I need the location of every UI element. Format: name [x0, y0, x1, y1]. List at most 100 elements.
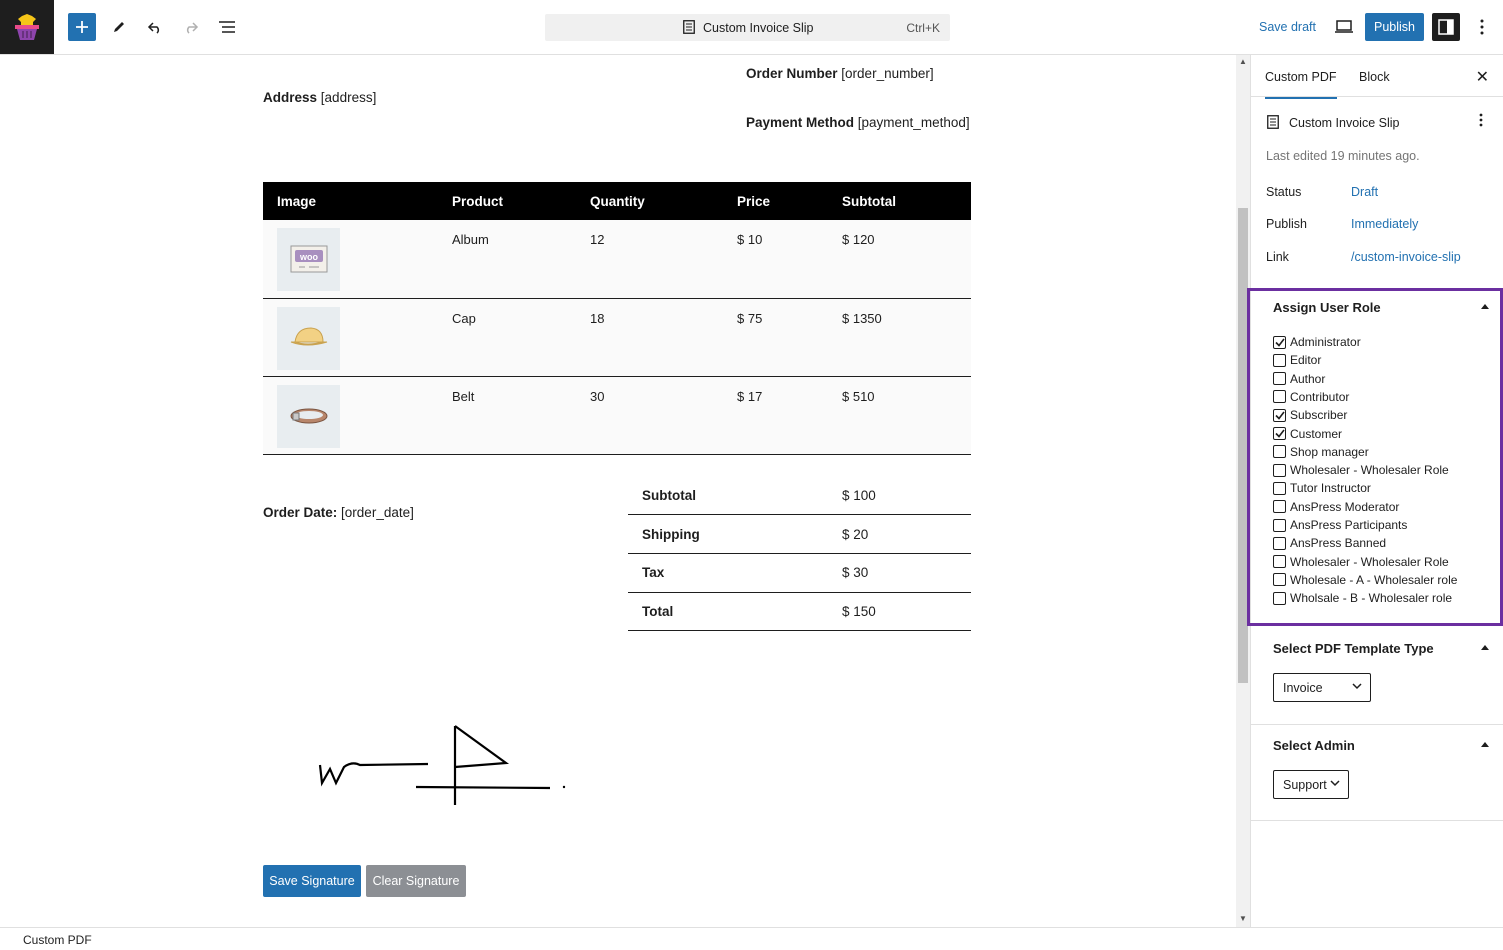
table-row: Cap 18 $ 75 $ 1350: [263, 298, 971, 377]
role-checkbox-item[interactable]: Contributor: [1273, 389, 1349, 405]
scroll-up-icon[interactable]: ▲: [1239, 57, 1247, 66]
template-type-select[interactable]: Invoice: [1273, 673, 1371, 702]
item-price: $ 10: [723, 220, 828, 299]
belt-icon: [277, 384, 340, 448]
checkbox-icon[interactable]: [1273, 536, 1286, 550]
undo-icon: [147, 22, 160, 34]
permalink-link[interactable]: /custom-invoice-slip: [1351, 250, 1461, 264]
order-items-table[interactable]: Image Product Quantity Price Subtotal wo…: [263, 182, 971, 455]
assign-role-title[interactable]: Assign User Role: [1273, 300, 1381, 315]
role-checkbox-item[interactable]: AnsPress Participants: [1273, 517, 1407, 533]
role-checkbox-item[interactable]: Administrator: [1273, 334, 1361, 350]
tools-pencil-button[interactable]: [105, 13, 133, 41]
totals-value: $ 20: [828, 514, 971, 554]
role-checkbox-item[interactable]: Subscriber: [1273, 407, 1347, 423]
checkbox-checked-icon[interactable]: [1273, 335, 1286, 349]
role-checkbox-item[interactable]: AnsPress Banned: [1273, 535, 1386, 551]
settings-sidebar: Custom PDF Block ✕ Custom Invoice Slip L…: [1247, 55, 1503, 927]
order-number-field[interactable]: Order Number [order_number]: [746, 66, 934, 81]
role-checkbox-item[interactable]: AnsPress Moderator: [1273, 499, 1399, 515]
publish-button[interactable]: Publish: [1365, 13, 1424, 41]
item-product: Cap: [438, 298, 576, 377]
redo-button[interactable]: [177, 13, 205, 41]
header-subtotal: Subtotal: [828, 182, 971, 220]
totals-table[interactable]: Subtotal $ 100 Shipping $ 20 Tax $ 30 To…: [628, 476, 971, 632]
command-palette-bar[interactable]: Custom Invoice Slip Ctrl+K: [545, 14, 950, 41]
editor-footer: Custom PDF: [0, 927, 1503, 950]
chevron-up-icon[interactable]: [1481, 304, 1489, 309]
add-block-button[interactable]: [68, 13, 96, 41]
checkbox-icon[interactable]: [1273, 372, 1286, 386]
role-checkbox-item[interactable]: Shop manager: [1273, 444, 1369, 460]
item-subtotal: $ 1350: [828, 298, 971, 377]
checkbox-checked-icon[interactable]: [1273, 427, 1286, 440]
publish-date-link[interactable]: Immediately: [1351, 217, 1418, 231]
header-price: Price: [723, 182, 828, 220]
checkbox-checked-icon[interactable]: [1273, 408, 1286, 422]
checkbox-icon[interactable]: [1273, 555, 1286, 569]
role-label: Wholesale - A - Wholesaler role: [1290, 572, 1458, 587]
role-checkbox-item[interactable]: Tutor Instructor: [1273, 480, 1371, 496]
item-quantity: 30: [576, 376, 723, 455]
totals-row: Tax $ 30: [628, 553, 971, 593]
document-actions-button[interactable]: [1479, 113, 1483, 130]
item-price: $ 17: [723, 376, 828, 455]
role-checkbox-item[interactable]: Wholesaler - Wholesaler Role: [1273, 462, 1449, 478]
totals-label: Shipping: [628, 514, 828, 554]
checkbox-icon[interactable]: [1273, 500, 1286, 514]
item-price: $ 75: [723, 298, 828, 377]
scroll-down-icon[interactable]: ▼: [1239, 914, 1247, 923]
signature-pad[interactable]: [300, 715, 580, 815]
table-row: Belt 30 $ 17 $ 510: [263, 376, 971, 455]
breadcrumb[interactable]: Custom PDF: [23, 933, 92, 947]
chevron-up-icon[interactable]: [1481, 742, 1489, 747]
role-checkbox-item[interactable]: Wholesaler - Wholesaler Role: [1273, 554, 1449, 570]
address-field[interactable]: Address [address]: [263, 90, 376, 105]
tab-block[interactable]: Block: [1359, 70, 1390, 84]
close-icon[interactable]: ✕: [1476, 67, 1489, 87]
checkbox-icon[interactable]: [1273, 463, 1286, 477]
editor-canvas[interactable]: Order Number [order_number] Address [add…: [0, 55, 1236, 927]
order-date-field[interactable]: Order Date: [order_date]: [263, 505, 414, 520]
role-checkbox-item[interactable]: Author: [1273, 371, 1325, 387]
shortcut-hint: Ctrl+K: [906, 20, 940, 35]
document-overview-button[interactable]: [213, 13, 241, 41]
options-menu-button[interactable]: [1468, 13, 1496, 41]
site-logo-basket-icon[interactable]: [0, 0, 54, 54]
item-subtotal: $ 510: [828, 376, 971, 455]
plus-icon: [76, 21, 88, 33]
checkbox-icon[interactable]: [1273, 591, 1286, 605]
role-checkbox-item[interactable]: Customer: [1273, 426, 1342, 442]
role-checkbox-item[interactable]: Editor: [1273, 352, 1321, 368]
select-admin-title[interactable]: Select Admin: [1273, 738, 1355, 753]
sidebar-settings-icon: [1438, 19, 1454, 35]
clear-signature-button[interactable]: Clear Signature: [366, 865, 466, 897]
checkbox-icon[interactable]: [1273, 390, 1286, 404]
preview-button[interactable]: [1330, 13, 1358, 41]
chevron-up-icon[interactable]: [1481, 645, 1489, 650]
checkbox-icon[interactable]: [1273, 353, 1286, 367]
role-checkbox-item[interactable]: Wholsale - B - Wholesaler role: [1273, 590, 1452, 606]
save-signature-button[interactable]: Save Signature: [263, 865, 361, 897]
checkbox-icon[interactable]: [1273, 573, 1286, 587]
role-label: Wholesaler - Wholesaler Role: [1290, 463, 1449, 478]
undo-button[interactable]: [141, 13, 169, 41]
checkbox-icon[interactable]: [1273, 518, 1286, 532]
settings-toggle-button[interactable]: [1432, 13, 1460, 41]
checkbox-icon[interactable]: [1273, 445, 1286, 459]
totals-value: $ 100: [828, 476, 971, 516]
payment-method-field[interactable]: Payment Method [payment_method]: [746, 115, 970, 130]
status-value-link[interactable]: Draft: [1351, 185, 1378, 199]
role-label: AnsPress Banned: [1290, 536, 1387, 551]
status-row: Status Draft: [1266, 185, 1379, 199]
desktop-preview-icon: [1335, 20, 1353, 33]
template-type-title[interactable]: Select PDF Template Type: [1273, 641, 1434, 656]
role-label: Author: [1290, 371, 1326, 386]
more-vertical-icon: [1480, 19, 1484, 35]
save-draft-button[interactable]: Save draft: [1259, 20, 1316, 34]
role-checkbox-item[interactable]: Wholesale - A - Wholesaler role: [1273, 572, 1457, 588]
checkbox-icon[interactable]: [1273, 481, 1286, 495]
totals-label: Total: [628, 592, 828, 632]
admin-select[interactable]: Support: [1273, 770, 1349, 799]
tab-custom-pdf[interactable]: Custom PDF: [1265, 70, 1337, 99]
